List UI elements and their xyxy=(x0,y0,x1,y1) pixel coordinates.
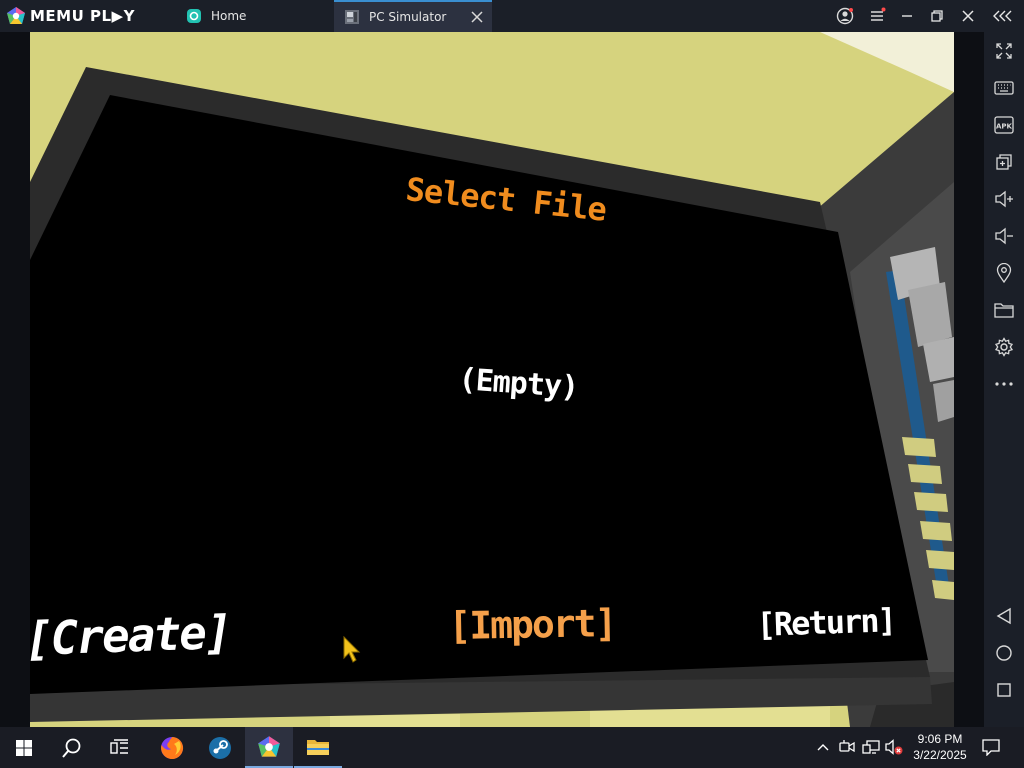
home-circle-icon[interactable] xyxy=(992,641,1016,665)
task-view-icon xyxy=(110,738,128,754)
memu-brand: MEMU PL▶Y xyxy=(6,0,135,32)
memu-taskbar-button[interactable] xyxy=(245,727,293,768)
volume-muted-icon[interactable] xyxy=(884,737,904,757)
game-cursor-icon xyxy=(343,636,361,663)
emulator-title-bar: MEMU PL▶Y Home PC Simulator xyxy=(0,0,1024,32)
emulator-sidebar: APK xyxy=(984,32,1024,727)
task-view-button[interactable] xyxy=(96,727,144,768)
search-button[interactable] xyxy=(48,727,96,768)
folder-icon[interactable] xyxy=(992,298,1016,322)
windows-taskbar: 9:06 PM 3/22/2025 xyxy=(0,727,1024,768)
pc-vent-5 xyxy=(926,550,954,570)
fullscreen-icon[interactable] xyxy=(992,39,1016,63)
tab-pc-simulator[interactable]: PC Simulator xyxy=(334,0,492,32)
pc-vent-1 xyxy=(902,437,936,457)
pc-simulator-app-icon xyxy=(344,9,360,25)
collapse-sidebar-icon[interactable] xyxy=(993,6,1013,26)
pc-vent-3 xyxy=(914,492,948,512)
tab-pc-simulator-label: PC Simulator xyxy=(369,10,447,24)
brand-name: MEMU PL▶Y xyxy=(30,7,135,25)
gear-icon[interactable] xyxy=(992,335,1016,359)
show-hidden-icons-chevron-icon[interactable] xyxy=(813,737,833,757)
apk-icon[interactable]: APK xyxy=(992,113,1016,137)
location-icon[interactable] xyxy=(992,261,1016,285)
left-edge-strip xyxy=(0,32,30,727)
floor-patch-left xyxy=(330,714,460,727)
firefox-icon xyxy=(161,736,184,759)
recents-square-icon[interactable] xyxy=(992,678,1016,702)
tab-home[interactable]: Home xyxy=(176,0,332,32)
import-button[interactable]: [Import] xyxy=(448,601,616,648)
home-app-icon xyxy=(186,8,202,24)
sidebar-gap xyxy=(954,32,984,727)
more-icon[interactable] xyxy=(992,372,1016,396)
network-icon[interactable] xyxy=(861,737,881,757)
multi-window-icon[interactable] xyxy=(992,150,1016,174)
pc-vent-6 xyxy=(932,580,954,600)
notification-center-icon[interactable] xyxy=(981,737,1001,757)
pc-vent-4 xyxy=(920,521,952,541)
steam-button[interactable] xyxy=(196,727,244,768)
close-window-icon[interactable] xyxy=(958,6,978,26)
start-button[interactable] xyxy=(0,727,48,768)
file-explorer-button[interactable] xyxy=(294,727,342,768)
game-viewport[interactable]: Select File (Empty) [Create] [Import] [R… xyxy=(30,32,954,727)
create-button[interactable]: [Create] xyxy=(30,605,231,666)
clock-date: 3/22/2025 xyxy=(913,748,967,762)
apk-icon-text: APK xyxy=(996,123,1013,131)
back-icon[interactable] xyxy=(992,604,1016,628)
return-button[interactable]: [Return] xyxy=(756,601,895,644)
clock-time: 9:06 PM xyxy=(917,732,963,746)
keyboard-icon[interactable] xyxy=(992,76,1016,100)
file-explorer-icon xyxy=(307,739,329,755)
restore-icon[interactable] xyxy=(927,6,947,26)
volume-up-icon[interactable] xyxy=(992,187,1016,211)
search-icon xyxy=(62,738,81,758)
tab-home-label: Home xyxy=(211,9,247,23)
volume-down-icon[interactable] xyxy=(992,224,1016,248)
pc-vent-2 xyxy=(908,464,942,484)
steam-icon xyxy=(209,736,231,759)
memu-logo-icon xyxy=(7,7,25,24)
close-tab-icon[interactable] xyxy=(470,10,484,24)
menu-icon[interactable] xyxy=(867,6,887,26)
account-icon[interactable] xyxy=(835,6,855,26)
memu-taskbar-icon xyxy=(258,735,280,757)
windows-logo-icon xyxy=(16,739,32,756)
minimize-icon[interactable] xyxy=(897,6,917,26)
taskbar-clock[interactable]: 9:06 PM 3/22/2025 xyxy=(904,731,976,763)
firefox-button[interactable] xyxy=(148,727,196,768)
meet-now-icon[interactable] xyxy=(837,737,857,757)
